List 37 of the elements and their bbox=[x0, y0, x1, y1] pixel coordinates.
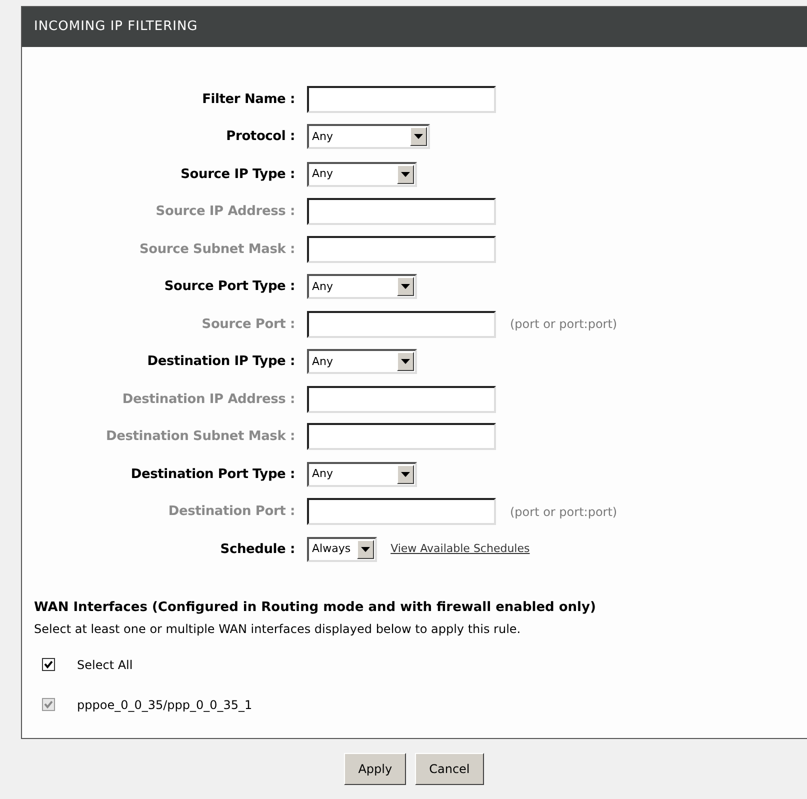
field-label: Source IP Address : bbox=[154, 203, 296, 221]
field-label: Source IP Type : bbox=[180, 166, 296, 184]
caret-icon bbox=[397, 464, 414, 484]
checkbox-label: pppoe_0_0_35/ppp_0_0_35_1 bbox=[77, 696, 252, 714]
dropdown[interactable]: Any bbox=[307, 274, 417, 300]
dropdown[interactable]: Always bbox=[307, 536, 377, 562]
field-label: Destination IP Address : bbox=[121, 390, 296, 408]
schedules-link[interactable]: View Available Schedules bbox=[390, 541, 530, 558]
field-label: Schedule : bbox=[219, 540, 296, 558]
dropdown[interactable]: Any bbox=[307, 162, 417, 187]
wan-heading: WAN Interfaces (Configured in Routing mode and with firewall enabled only) bbox=[34, 599, 597, 617]
checkbox[interactable] bbox=[42, 658, 55, 671]
action-button[interactable]: Apply bbox=[344, 752, 406, 784]
section-title: INCOMING IP FILTERING bbox=[22, 7, 807, 46]
caret-icon bbox=[356, 540, 374, 559]
checkbox-label: Select All bbox=[77, 656, 133, 674]
field-label: Source Subnet Mask : bbox=[138, 240, 296, 258]
field-label: Source Port Type : bbox=[163, 278, 296, 296]
field-label: Destination Port Type : bbox=[130, 466, 296, 484]
field-label: Destination Subnet Mask : bbox=[105, 428, 296, 446]
input-field[interactable] bbox=[307, 86, 496, 113]
field-label: Filter Name : bbox=[201, 90, 296, 108]
field-label: Protocol : bbox=[225, 128, 296, 146]
dropdown[interactable]: Any bbox=[307, 124, 430, 150]
action-button[interactable]: Cancel bbox=[415, 752, 484, 784]
field-label: Destination Port : bbox=[167, 503, 296, 521]
wan-description: Select at least one or multiple WAN interfaces displayed below to apply this rule. bbox=[34, 620, 522, 638]
caret-icon bbox=[397, 164, 414, 184]
hint-text: (port or port:port) bbox=[510, 316, 618, 334]
field-label: Source Port : bbox=[200, 316, 296, 334]
dropdown[interactable]: Any bbox=[307, 462, 417, 487]
field-label: Destination IP Type : bbox=[146, 353, 296, 371]
caret-icon bbox=[397, 352, 414, 372]
hint-text: (port or port:port) bbox=[510, 504, 618, 521]
caret-icon bbox=[397, 277, 414, 296]
caret-icon bbox=[410, 127, 427, 146]
dropdown[interactable]: Any bbox=[307, 349, 417, 374]
